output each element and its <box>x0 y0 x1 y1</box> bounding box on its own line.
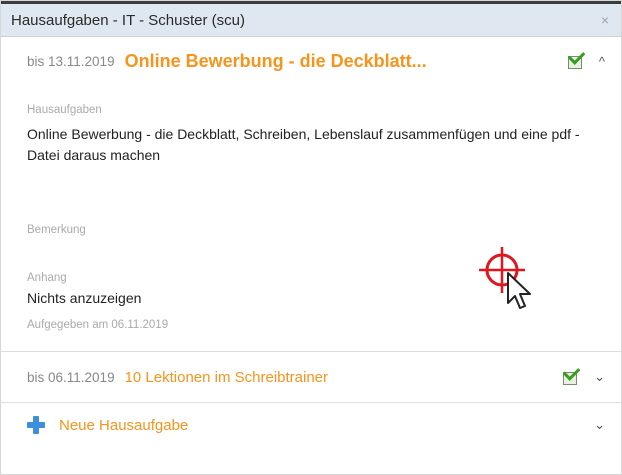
remark-label: Bemerkung <box>27 224 86 236</box>
checked-notepad-icon[interactable] <box>562 363 581 385</box>
homework-item-1-header[interactable]: bis 13.11.2019 Online Bewerbung - die De… <box>1 37 621 85</box>
new-homework-button[interactable]: Neue Hausaufgabe <box>59 417 188 434</box>
homework-item-2-header[interactable]: bis 06.11.2019 10 Lektionen im Schreibtr… <box>1 352 621 402</box>
chevron-down-icon[interactable]: ⌄ <box>594 369 605 385</box>
checked-notepad-icon[interactable] <box>567 47 586 69</box>
plus-icon[interactable] <box>27 416 45 434</box>
homework-text: Online Bewerbung - die Deckblatt, Schrei… <box>27 126 580 163</box>
homework-subject[interactable]: Online Bewerbung - die Deckblatt... <box>125 51 427 72</box>
close-icon[interactable]: × <box>601 12 609 28</box>
window-title-bar: Hausaufgaben - IT - Schuster (scu) × <box>1 1 621 37</box>
homework-label: Hausaufgaben <box>27 104 102 116</box>
due-date: bis 06.11.2019 <box>27 369 115 385</box>
chevron-up-icon[interactable]: ^ <box>599 54 605 69</box>
homework-subject[interactable]: 10 Lektionen im Schreibtrainer <box>125 369 328 386</box>
target-cursor-icon <box>479 247 531 309</box>
homework-window: Hausaufgaben - IT - Schuster (scu) × bis… <box>0 0 622 475</box>
new-homework-row[interactable]: Neue Hausaufgabe ⌄ <box>1 403 621 447</box>
assigned-date: Aufgegeben am 06.11.2019 <box>27 319 169 331</box>
chevron-down-icon[interactable]: ⌄ <box>594 417 605 433</box>
window-title: Hausaufgaben - IT - Schuster (scu) <box>11 11 245 29</box>
due-date: bis 13.11.2019 <box>27 53 115 69</box>
